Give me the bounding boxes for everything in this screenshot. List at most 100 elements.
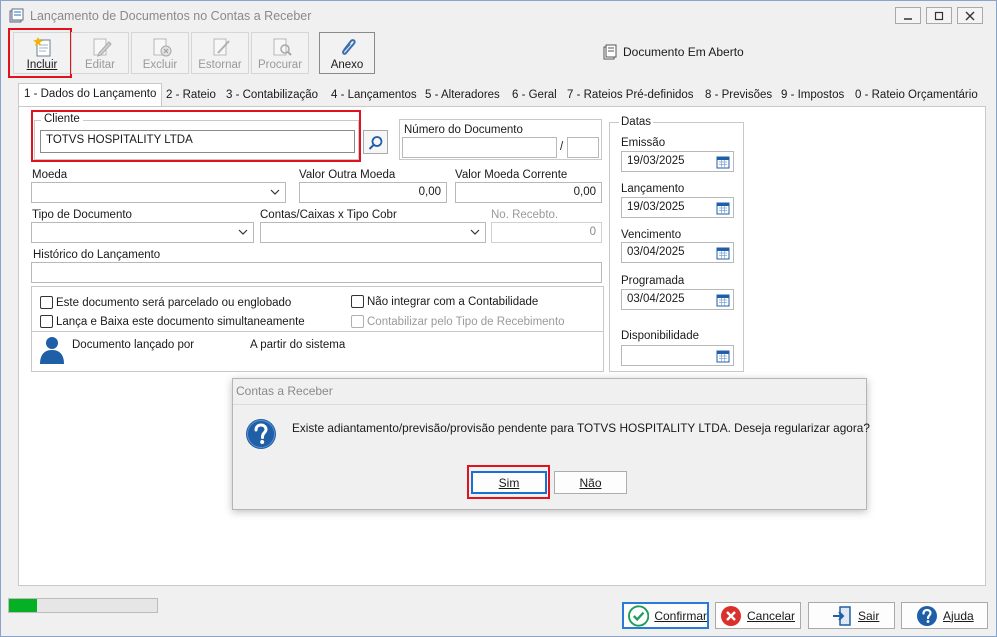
tab-impostos[interactable]: 9 - Impostos (776, 85, 849, 107)
chevron-down-icon (238, 229, 248, 235)
calendar-icon[interactable] (716, 349, 730, 363)
nao-integrar-checkbox[interactable] (351, 295, 364, 308)
editar-button[interactable]: Editar (71, 32, 129, 74)
sim-highlight (467, 465, 550, 499)
user-icon (40, 337, 64, 364)
nao-button[interactable]: Não (554, 471, 627, 494)
confirmar-button[interactable]: Confirmar (622, 602, 709, 629)
excluir-button[interactable]: Excluir (131, 32, 189, 74)
tab-dados-lancamento[interactable]: 1 - Dados do Lançamento (18, 83, 163, 107)
nao-label: Não (579, 475, 602, 490)
minimize-icon (904, 17, 912, 20)
paperclip-icon (342, 39, 356, 55)
tab-contabilizacao[interactable]: 3 - Contabilização (221, 85, 323, 107)
emissao-date-input[interactable]: 19/03/2025 (621, 151, 734, 172)
lancamento-value: 19/03/2025 (627, 201, 685, 213)
no-recebto-input: 0 (491, 222, 602, 243)
help-icon (917, 605, 937, 626)
tipo-documento-select[interactable] (31, 222, 254, 243)
datas-label: Datas (619, 116, 654, 128)
vencimento-label: Vencimento (621, 229, 682, 241)
confirmar-label: Confirmar (654, 608, 707, 623)
magnifier-icon (368, 136, 383, 150)
incluir-highlight (8, 28, 72, 78)
ajuda-label: Ajuda (943, 608, 974, 623)
restore-icon (934, 11, 944, 20)
delete-document-icon (153, 38, 172, 57)
moeda-label: Moeda (32, 169, 68, 181)
confirm-dialog: Contas a Receber Existe adiantamento/pre… (232, 378, 870, 510)
cancelar-label: Cancelar (747, 608, 796, 623)
numero-serie-input[interactable] (567, 137, 599, 158)
numero-label: Número do Documento (404, 124, 523, 136)
moeda-select[interactable] (31, 182, 286, 203)
close-button[interactable] (957, 7, 983, 24)
calendar-icon[interactable] (716, 293, 730, 307)
tab-rateio-orcamentario[interactable]: 0 - Rateio Orçamentário (850, 85, 983, 107)
maximize-button[interactable] (926, 7, 952, 24)
contabilizar-checkbox (351, 315, 364, 328)
lancamento-label: Lançamento (621, 183, 685, 195)
contas-caixas-select[interactable] (260, 222, 486, 243)
contas-caixas-label: Contas/Caixas x Tipo Cobr (260, 209, 397, 221)
progress-fill (9, 599, 38, 612)
emissao-value: 19/03/2025 (627, 155, 685, 167)
historico-input[interactable] (31, 262, 602, 283)
procurar-button[interactable]: Procurar (251, 32, 309, 74)
dialog-title: Contas a Receber (236, 384, 333, 398)
numero-separator: / (560, 141, 564, 153)
minimize-button[interactable] (895, 7, 921, 24)
vencimento-date-input[interactable]: 03/04/2025 (621, 242, 734, 263)
parcelado-checkbox[interactable] (40, 296, 53, 309)
tab-lancamentos[interactable]: 4 - Lançamentos (326, 85, 422, 107)
progress-bar (8, 598, 158, 613)
ajuda-button[interactable]: Ajuda (901, 602, 988, 629)
parcelado-label: Este documento será parcelado ou engloba… (56, 297, 292, 309)
cancel-icon (721, 605, 741, 626)
lanca-baixa-checkbox[interactable] (40, 315, 53, 328)
checkmark-icon (628, 604, 650, 627)
emissao-label: Emissão (621, 137, 666, 149)
search-document-icon (273, 38, 292, 56)
options-divider (32, 331, 603, 332)
sair-label: Sair (858, 608, 880, 623)
sair-button[interactable]: Sair (808, 602, 895, 629)
cliente-search-button[interactable] (363, 130, 388, 154)
tab-rateios-predefinidos[interactable]: 7 - Rateios Pré-definidos (562, 85, 699, 107)
calendar-icon[interactable] (716, 155, 730, 169)
main-window: Lançamento de Documentos no Contas a Rec… (0, 0, 997, 637)
valor-outra-moeda-input[interactable]: 0,00 (299, 182, 447, 203)
numero-input[interactable] (402, 137, 557, 158)
valor-moeda-corrente-input[interactable]: 0,00 (455, 182, 602, 203)
programada-value: 03/04/2025 (627, 293, 685, 305)
anexo-label: Anexo (330, 59, 364, 71)
excluir-label: Excluir (142, 59, 178, 71)
cancelar-button[interactable]: Cancelar (715, 602, 801, 629)
historico-label: Histórico do Lançamento (33, 249, 161, 261)
title-bar: Lançamento de Documentos no Contas a Rec… (1, 1, 996, 31)
estornar-button[interactable]: Estornar (191, 32, 249, 74)
dialog-message: Existe adiantamento/previsão/provisão pe… (292, 421, 870, 435)
anexo-button[interactable]: Anexo (319, 32, 375, 74)
chevron-down-icon (270, 189, 280, 195)
estornar-label: Estornar (198, 59, 242, 71)
calendar-icon[interactable] (716, 201, 730, 215)
calendar-icon[interactable] (716, 246, 730, 260)
tab-geral[interactable]: 6 - Geral (507, 85, 562, 107)
disponibilidade-label: Disponibilidade (621, 330, 699, 342)
dialog-divider (233, 404, 866, 405)
app-icon (9, 8, 24, 23)
document-status: Documento Em Aberto (623, 45, 744, 59)
tab-alteradores[interactable]: 5 - Alteradores (420, 85, 505, 107)
close-icon (965, 11, 975, 20)
programada-label: Programada (621, 275, 685, 287)
contabilizar-label: Contabilizar pelo Tipo de Recebimento (367, 316, 565, 328)
tab-bar: 1 - Dados do Lançamento 2 - Rateio 3 - C… (1, 83, 997, 107)
lancamento-date-input[interactable]: 19/03/2025 (621, 197, 734, 218)
tab-previsoes[interactable]: 8 - Previsões (700, 85, 777, 107)
programada-date-input[interactable]: 03/04/2025 (621, 289, 734, 310)
valor-outra-moeda-label: Valor Outra Moeda (299, 169, 396, 181)
exit-icon (833, 605, 851, 626)
disponibilidade-date-input[interactable] (621, 345, 734, 366)
tab-rateio[interactable]: 2 - Rateio (161, 85, 221, 107)
